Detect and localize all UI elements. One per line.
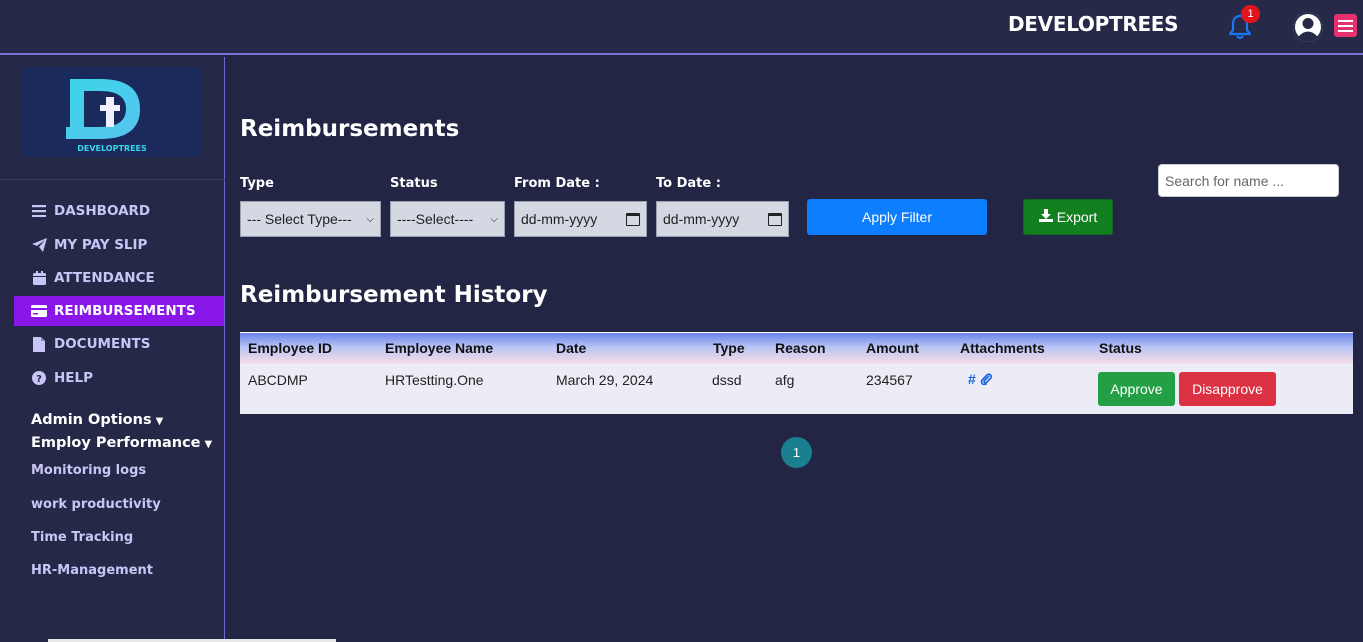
sidebar-item-reimbursements[interactable]: REIMBURSEMENTS [14, 296, 224, 326]
reimbursement-table: Employee ID Employee Name Date Type Reas… [240, 332, 1353, 414]
calendar-icon[interactable] [626, 212, 640, 226]
sidebar: DEVELOPTREES DASHBOARD MY PAY SLIP ATTEN… [0, 57, 225, 642]
employ-performance-label: Employ Performance [31, 435, 201, 451]
apply-filter-button[interactable]: Apply Filter [807, 199, 987, 235]
status-select[interactable]: ----Select---- ⌵ [390, 201, 505, 237]
logo-text: DEVELOPTREES [77, 144, 147, 153]
history-title: Reimbursement History [240, 282, 548, 308]
cell-type: dssd [712, 372, 742, 388]
user-circle-icon[interactable] [1292, 11, 1324, 43]
type-select-value: --- Select Type--- [247, 211, 352, 227]
sidebar-item-label: HELP [54, 370, 94, 386]
notification-badge: 1 [1241, 5, 1260, 23]
admin-options-label: Admin Options [31, 412, 152, 428]
col-date: Date [556, 340, 587, 356]
paperclip-icon [980, 373, 992, 386]
calendar-icon [31, 270, 47, 286]
attachment-link[interactable]: # [968, 371, 992, 387]
sidebar-item-my-pay-slip[interactable]: MY PAY SLIP [14, 230, 224, 260]
download-icon [1038, 209, 1053, 225]
employ-performance-toggle[interactable]: Employ Performance ▼ [31, 435, 212, 451]
cell-employee-name: HRTestting.One [385, 372, 484, 388]
chevron-down-icon: ⌵ [366, 213, 374, 225]
export-label: Export [1056, 209, 1098, 225]
sidebar-divider [0, 179, 225, 180]
caret-down-icon: ▼ [155, 416, 164, 427]
link-time-tracking[interactable]: Time Tracking [31, 530, 133, 545]
svg-text:?: ? [36, 374, 42, 385]
col-type: Type [713, 340, 745, 356]
question-circle-icon: ? [31, 370, 47, 386]
sidebar-item-help[interactable]: ? HELP [14, 363, 224, 393]
list-icon [31, 203, 47, 219]
pagination-page-1[interactable]: 1 [781, 437, 812, 468]
caret-down-icon: ▼ [204, 439, 213, 450]
top-bar: DEVELOPTREES 1 [0, 0, 1363, 55]
company-logo: DEVELOPTREES [22, 67, 202, 157]
cell-employee-id: ABCDMP [248, 372, 308, 388]
cell-reason: afg [775, 372, 795, 388]
type-label: Type [240, 176, 274, 191]
to-date-input[interactable]: dd-mm-yyyy [656, 201, 789, 237]
approve-button[interactable]: Approve [1098, 372, 1175, 406]
col-reason: Reason [775, 340, 826, 356]
file-icon [31, 336, 47, 352]
search-placeholder: Search for name ... [1165, 172, 1285, 189]
page-title: Reimbursements [240, 116, 460, 142]
hamburger-icon[interactable] [1334, 14, 1357, 37]
export-button[interactable]: Export [1023, 199, 1113, 235]
type-select[interactable]: --- Select Type--- ⌵ [240, 201, 381, 237]
col-status: Status [1099, 340, 1142, 356]
sidebar-item-dashboard[interactable]: DASHBOARD [14, 196, 224, 226]
link-monitoring-logs[interactable]: Monitoring logs [31, 463, 146, 478]
brand-title: DEVELOPTREES [1008, 12, 1179, 36]
disapprove-button[interactable]: Disapprove [1179, 372, 1276, 406]
from-date-placeholder: dd-mm-yyyy [521, 211, 598, 227]
col-employee-name: Employee Name [385, 340, 494, 356]
cell-date: March 29, 2024 [556, 372, 654, 388]
to-date-placeholder: dd-mm-yyyy [663, 211, 740, 227]
calendar-icon[interactable] [768, 212, 782, 226]
from-date-label: From Date : [514, 176, 600, 191]
sidebar-item-label: ATTENDANCE [54, 270, 155, 286]
sidebar-item-attendance[interactable]: ATTENDANCE [14, 263, 224, 293]
from-date-input[interactable]: dd-mm-yyyy [514, 201, 647, 237]
chevron-down-icon: ⌵ [490, 213, 498, 225]
admin-options-toggle[interactable]: Admin Options ▼ [31, 412, 163, 428]
col-attachments: Attachments [960, 340, 1045, 356]
sidebar-item-label: DOCUMENTS [54, 336, 151, 352]
search-input[interactable]: Search for name ... [1158, 164, 1339, 197]
sidebar-item-documents[interactable]: DOCUMENTS [14, 329, 224, 359]
to-date-label: To Date : [656, 176, 721, 191]
status-label: Status [390, 176, 438, 191]
sidebar-item-label: REIMBURSEMENTS [54, 303, 196, 319]
attachment-hash: # [968, 371, 976, 387]
col-amount: Amount [866, 340, 919, 356]
status-select-value: ----Select---- [397, 211, 474, 227]
sidebar-item-label: MY PAY SLIP [54, 237, 148, 253]
credit-card-icon [31, 303, 47, 319]
cell-amount: 234567 [866, 372, 913, 388]
paper-plane-icon [31, 237, 47, 253]
col-employee-id: Employee ID [248, 340, 333, 356]
sidebar-item-label: DASHBOARD [54, 203, 151, 219]
link-hr-management[interactable]: HR-Management [31, 563, 153, 578]
link-work-productivity[interactable]: work productivity [31, 497, 161, 512]
